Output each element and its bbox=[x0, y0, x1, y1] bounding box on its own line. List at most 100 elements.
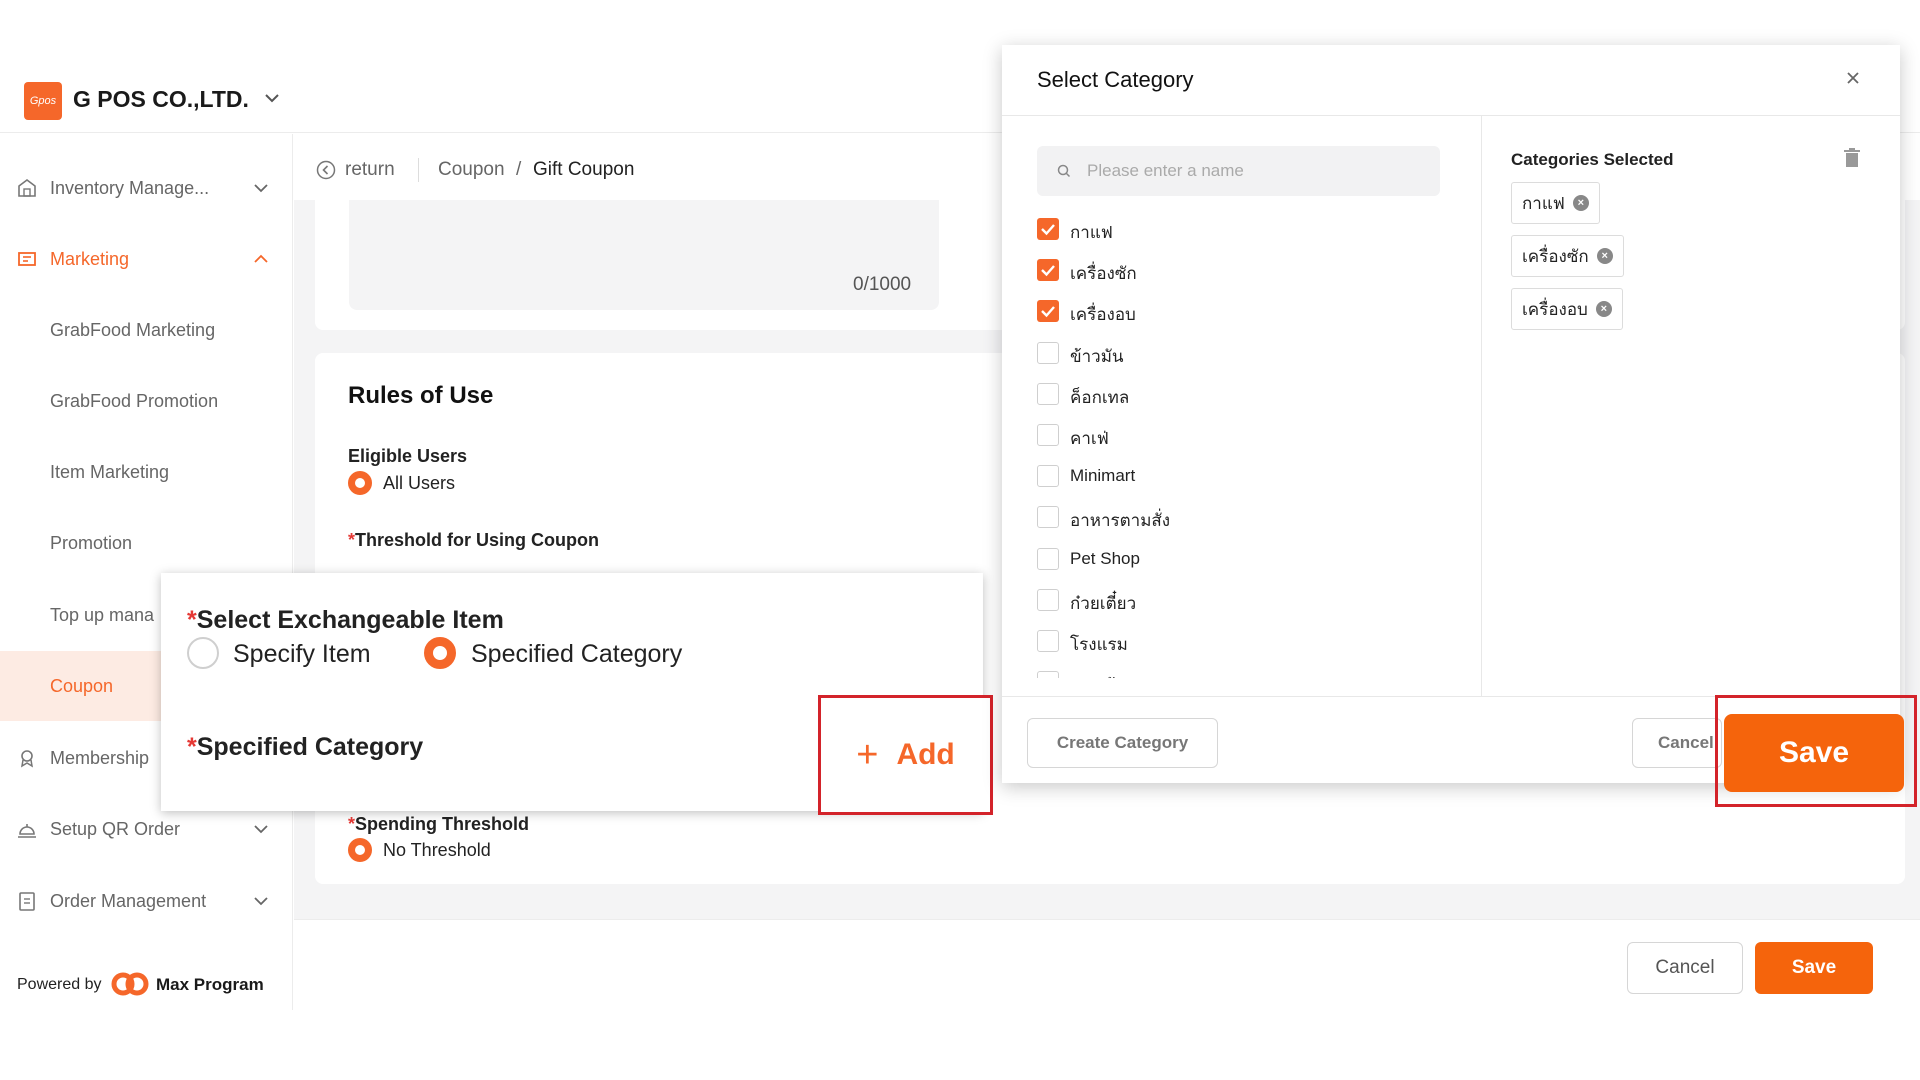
check-icon bbox=[1041, 265, 1055, 277]
sidebar-item-label: Membership bbox=[50, 747, 150, 768]
checkbox-unchecked[interactable] bbox=[1037, 506, 1059, 529]
sidebar-item-item-marketing[interactable]: Item Marketing bbox=[0, 437, 293, 507]
sidebar-item-label: Marketing bbox=[50, 248, 130, 269]
create-category-button[interactable]: Create Category bbox=[1027, 718, 1218, 768]
chip-label: กาแฟ bbox=[1522, 193, 1565, 213]
breadcrumb-divider bbox=[418, 158, 419, 182]
checkbox-unchecked[interactable] bbox=[1037, 630, 1059, 652]
chevron-down-icon[interactable] bbox=[262, 88, 282, 108]
max-program-logo-icon bbox=[111, 972, 149, 996]
checkbox-checked[interactable] bbox=[1037, 218, 1059, 240]
sidebar-item-label: Setup QR Order bbox=[50, 818, 181, 839]
sidebar-item-label: GrabFood Promotion bbox=[50, 390, 219, 411]
category-option[interactable]: Pet Shop bbox=[1030, 544, 1460, 574]
sidebar-item-grabfood-promotion[interactable]: GrabFood Promotion bbox=[0, 366, 293, 436]
sidebar-item-grabfood-marketing[interactable]: GrabFood Marketing bbox=[0, 295, 293, 365]
category-option-label: ก๋วยเตี๋ยว bbox=[1070, 593, 1137, 613]
sidebar-item-inventory[interactable]: Inventory Manage... bbox=[0, 153, 293, 223]
category-option[interactable]: ค็อกเทล bbox=[1030, 379, 1460, 409]
modal-column-divider bbox=[1481, 116, 1482, 696]
remove-chip-icon[interactable]: × bbox=[1595, 301, 1612, 317]
back-arrow-icon[interactable] bbox=[316, 160, 336, 180]
clipboard-icon bbox=[19, 892, 35, 911]
checkbox-unchecked[interactable] bbox=[1037, 382, 1059, 405]
category-option[interactable]: คาเฟ่ bbox=[1030, 420, 1460, 450]
all-users-label: All Users bbox=[383, 473, 456, 493]
category-option[interactable]: ข้าวมัน bbox=[1030, 338, 1460, 368]
category-option-label: เขนเส้น bbox=[1070, 672, 1127, 678]
category-option[interactable]: ก๋วยเตี๋ยว bbox=[1030, 585, 1460, 615]
add-category-button[interactable]: + Add bbox=[818, 695, 993, 815]
chevron-down-icon bbox=[254, 897, 268, 906]
select-exchangeable-label: *Select Exchangeable Item bbox=[187, 606, 504, 634]
checkbox-checked[interactable] bbox=[1037, 300, 1059, 323]
sidebar-item-marketing[interactable]: Marketing bbox=[0, 224, 293, 294]
category-option-label: คาเฟ่ bbox=[1070, 429, 1109, 448]
sidebar-item-promotion[interactable]: Promotion bbox=[0, 508, 293, 578]
spending-threshold-label: *Spending Threshold bbox=[348, 814, 530, 834]
category-option[interactable]: อาหารตามสั่ง bbox=[1030, 502, 1460, 532]
specify-item-label: Specify Item bbox=[233, 640, 371, 668]
chip-label: เครื่องอบ bbox=[1522, 299, 1588, 319]
remove-chip-icon[interactable]: × bbox=[1596, 248, 1613, 264]
chip-label: เครื่องซัก bbox=[1522, 246, 1589, 266]
sidebar-item-order-management[interactable]: Order Management bbox=[0, 866, 293, 936]
category-option[interactable]: เครื่องซัก bbox=[1030, 255, 1460, 285]
chevron-down-icon bbox=[254, 825, 268, 834]
checkbox-unchecked[interactable] bbox=[1037, 547, 1059, 570]
sidebar-item-label: Promotion bbox=[50, 532, 133, 553]
description-textarea[interactable] bbox=[349, 200, 939, 310]
store-icon bbox=[18, 179, 36, 197]
cancel-button[interactable]: Cancel bbox=[1627, 942, 1743, 994]
powered-by-text: Powered by bbox=[17, 976, 102, 993]
no-threshold-label: No Threshold bbox=[383, 840, 491, 860]
category-option[interactable]: Minimart bbox=[1030, 461, 1460, 491]
checkbox-unchecked[interactable] bbox=[1037, 588, 1059, 611]
remove-chip-icon[interactable]: × bbox=[1572, 195, 1589, 211]
threshold-label: *Threshold for Using Coupon bbox=[348, 530, 599, 550]
company-logo: Gpos bbox=[24, 82, 62, 120]
chevron-down-icon bbox=[254, 184, 268, 193]
all-users-radio[interactable] bbox=[348, 471, 372, 495]
category-list[interactable]: กาแฟเครื่องซักเครื่องอบข้าวมันค็อกเทลคาเ… bbox=[1030, 210, 1470, 678]
specified-category-radio[interactable] bbox=[424, 637, 456, 669]
checkbox-unchecked[interactable] bbox=[1037, 341, 1059, 364]
modal-cancel-button[interactable]: Cancel bbox=[1632, 718, 1722, 768]
category-option-label: โรงแรม bbox=[1070, 635, 1128, 654]
ticket-icon bbox=[18, 252, 36, 266]
add-label: Add bbox=[896, 738, 955, 771]
specify-item-radio[interactable] bbox=[187, 637, 219, 669]
save-button[interactable]: Save bbox=[1755, 942, 1873, 994]
checkbox-checked[interactable] bbox=[1037, 259, 1059, 282]
membership-icon bbox=[20, 750, 34, 768]
char-counter: 0/1000 bbox=[853, 274, 912, 295]
check-icon bbox=[1041, 306, 1055, 318]
breadcrumb-coupon[interactable]: Coupon bbox=[438, 159, 505, 181]
category-option-label: ค็อกเทล bbox=[1070, 387, 1130, 407]
category-option[interactable]: โรงแรม bbox=[1030, 626, 1460, 656]
category-search-input[interactable] bbox=[1037, 146, 1440, 196]
category-option-label: Minimart bbox=[1070, 466, 1136, 486]
checkbox-unchecked[interactable] bbox=[1037, 465, 1059, 488]
company-name[interactable]: G POS CO.,LTD. bbox=[73, 86, 249, 113]
category-option-label: อาหารตามสั่ง bbox=[1070, 511, 1171, 531]
modal-divider bbox=[1002, 115, 1900, 116]
category-option[interactable]: เขนเส้น bbox=[1030, 667, 1460, 678]
breadcrumb-return[interactable]: return bbox=[345, 159, 395, 181]
search-icon bbox=[1057, 164, 1071, 178]
trash-icon[interactable] bbox=[1843, 148, 1861, 168]
sidebar-item-label: Inventory Manage... bbox=[50, 177, 210, 198]
category-option[interactable]: กาแฟ bbox=[1030, 214, 1460, 244]
rules-title: Rules of Use bbox=[348, 382, 494, 409]
chevron-up-icon bbox=[254, 254, 268, 263]
checkbox-unchecked[interactable] bbox=[1037, 424, 1059, 446]
sidebar-item-label: GrabFood Marketing bbox=[50, 319, 216, 340]
breadcrumb-separator: / bbox=[516, 159, 522, 180]
modal-save-button[interactable]: Save bbox=[1724, 714, 1904, 792]
close-icon[interactable] bbox=[1843, 68, 1863, 88]
plus-icon: + bbox=[856, 734, 879, 776]
no-threshold-radio[interactable] bbox=[348, 838, 372, 862]
category-option[interactable]: เครื่องอบ bbox=[1030, 296, 1460, 326]
category-option-label: เครื่องซัก bbox=[1070, 264, 1137, 284]
checkbox-unchecked[interactable] bbox=[1037, 671, 1059, 678]
